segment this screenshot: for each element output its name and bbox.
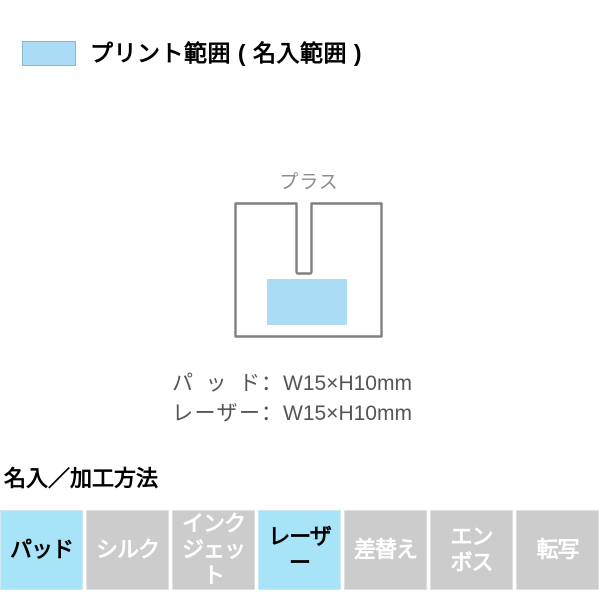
method-tile-replace[interactable]: 差替え xyxy=(344,510,427,590)
method-tile-label: パッド xyxy=(9,537,74,562)
method-tile-label: レーザー xyxy=(268,524,332,575)
dimension-method-name: レーザー xyxy=(172,402,260,425)
print-area-color-swatch xyxy=(22,41,76,66)
dimension-value: W15×H10mm xyxy=(283,402,412,425)
dimension-method-name: パッド xyxy=(172,372,260,395)
method-tile-label: 転写 xyxy=(536,537,579,562)
print-area-legend-label: プリント範囲 ( 名入範囲 ) xyxy=(90,40,362,66)
methods-tile-row: パッド シルク インク ジェット レーザー 差替え エン ボス 転写 xyxy=(0,510,600,590)
dimension-value: W15×H10mm xyxy=(283,372,412,395)
product-diagram-caption: プラス xyxy=(279,172,339,193)
method-tile-transfer[interactable]: 転写 xyxy=(516,510,599,590)
dimension-separator: ： xyxy=(261,402,282,425)
print-area-rectangle xyxy=(267,279,347,325)
product-diagram: プラス xyxy=(234,173,384,338)
method-tile-label: インク ジェット xyxy=(181,511,246,588)
method-tile-laser[interactable]: レーザー xyxy=(258,510,341,590)
dimension-row: レーザー ： W15×H10mm xyxy=(172,399,412,429)
method-tile-emboss[interactable]: エン ボス xyxy=(430,510,513,590)
method-tile-label: シルク xyxy=(95,537,160,562)
method-tile-inkjet[interactable]: インク ジェット xyxy=(172,510,255,590)
dimension-row: パッド ： W15×H10mm xyxy=(172,369,412,399)
print-dimensions-list: パッド ： W15×H10mm レーザー ： W15×H10mm xyxy=(172,369,412,429)
method-tile-label: エン ボス xyxy=(450,524,493,575)
print-area-legend: プリント範囲 ( 名入範囲 ) xyxy=(22,41,362,66)
method-tile-label: 差替え xyxy=(353,537,418,562)
method-tile-silk[interactable]: シルク xyxy=(86,510,169,590)
method-tile-pad[interactable]: パッド xyxy=(0,510,83,590)
methods-section-heading: 名入／加工方法 xyxy=(4,466,159,491)
product-diagram-body xyxy=(234,202,383,338)
dimension-separator: ： xyxy=(261,372,282,395)
